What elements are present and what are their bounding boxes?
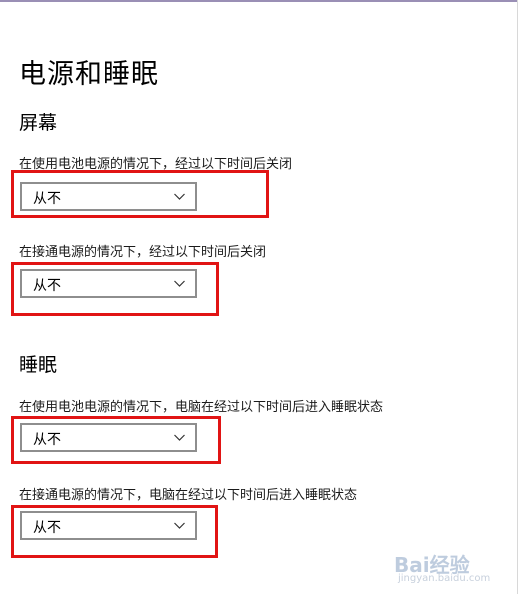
watermark-site: jingyan.baidu.com bbox=[398, 573, 491, 584]
page-title: 电源和睡眠 bbox=[19, 59, 159, 90]
highlight-box bbox=[11, 505, 218, 558]
sleep-plugged-label: 在接通电源的情况下，电脑在经过以下时间后进入睡眠状态 bbox=[19, 488, 358, 503]
section-title-sleep: 睡眠 bbox=[19, 354, 58, 376]
baidu-watermark: Bai经验 jingyan.baidu.com bbox=[394, 549, 504, 589]
sleep-battery-label: 在使用电池电源的情况下，电脑在经过以下时间后进入睡眠状态 bbox=[19, 400, 384, 415]
window-top-border bbox=[0, 0, 518, 2]
section-title-screen: 屏幕 bbox=[19, 112, 58, 134]
highlight-box bbox=[11, 416, 221, 464]
highlight-box bbox=[11, 262, 219, 316]
screen-plugged-label: 在接通电源的情况下，经过以下时间后关闭 bbox=[19, 245, 267, 260]
highlight-box bbox=[11, 170, 269, 218]
